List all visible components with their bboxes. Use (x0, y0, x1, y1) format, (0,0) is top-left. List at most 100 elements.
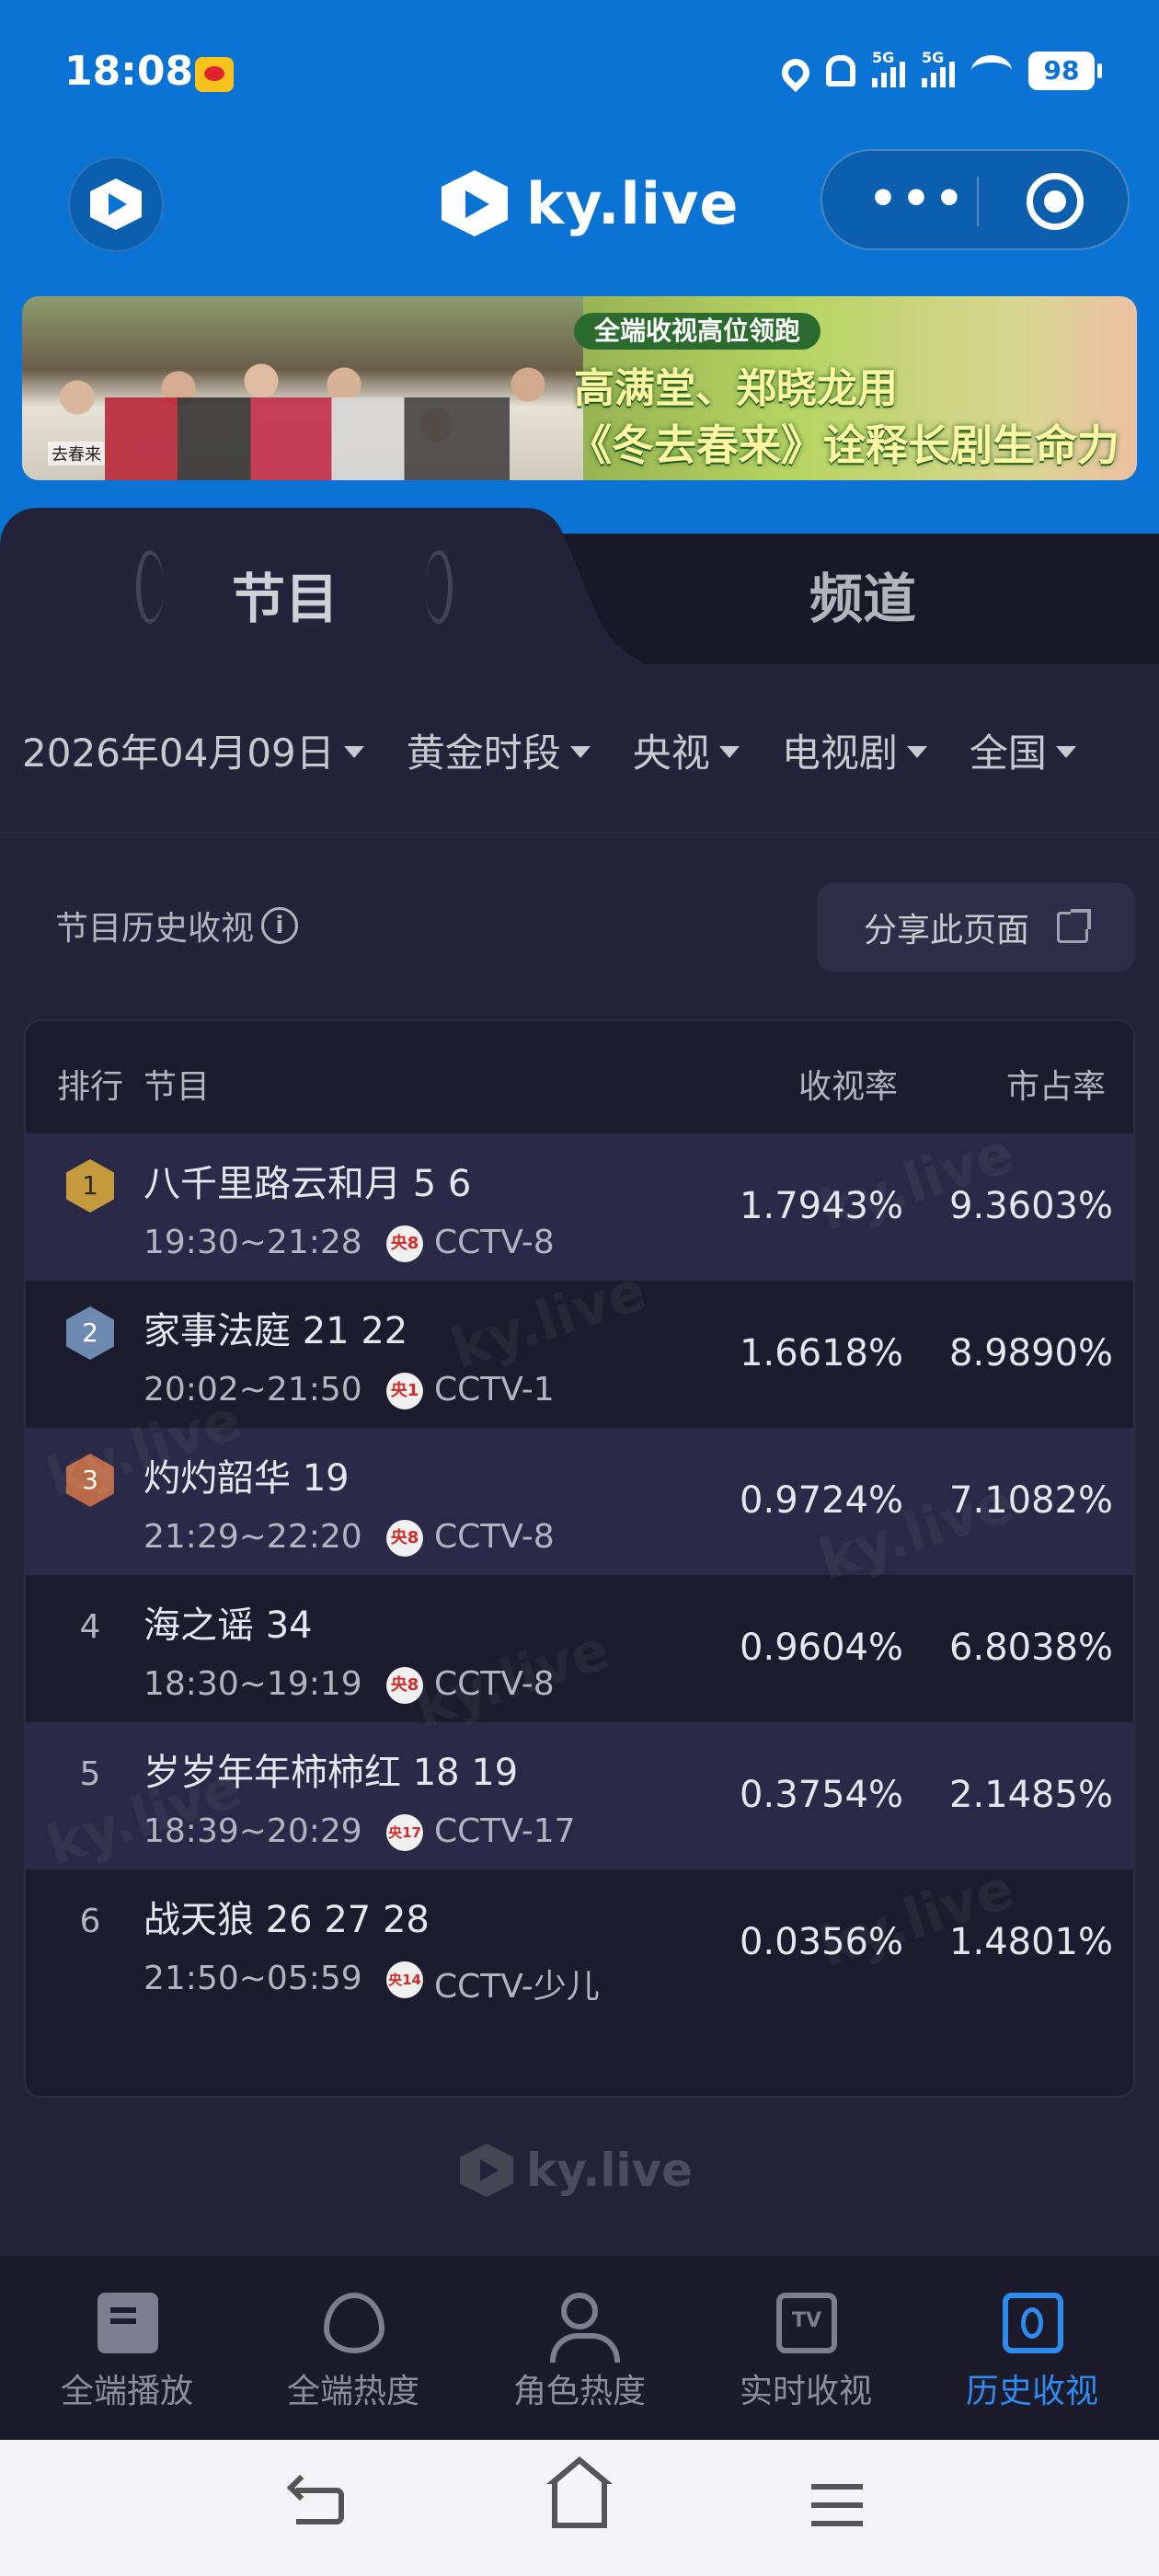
share-value: 2.1485% (949, 1774, 1113, 1816)
channel-logo-icon: 央17 (386, 1814, 423, 1851)
capsule-divider (977, 177, 979, 226)
program-time: 21:29~22:20 (143, 1518, 362, 1556)
channel-name: CCTV-8 (434, 1518, 555, 1556)
rank-number: 5 (79, 1755, 101, 1793)
rank-badge-silver: 2 (66, 1306, 114, 1360)
section-title: 节目历史收视 i (55, 902, 299, 949)
more-icon[interactable]: ••• (868, 176, 968, 222)
program-time: 18:30~19:19 (143, 1665, 362, 1703)
filter-network[interactable]: 央视 (633, 722, 740, 778)
header-program: 节目 (143, 1068, 211, 1106)
system-navigation-bar (0, 2440, 1159, 2576)
laurel-right-icon (425, 550, 453, 624)
banner-caption: 去春来 (48, 442, 105, 466)
signal-label-2: 5G (922, 49, 945, 66)
rank-number: 4 (79, 1608, 101, 1646)
filter-genre-label: 电视剧 (781, 730, 898, 776)
filter-date-label: 2026年04月09日 (22, 730, 335, 776)
status-time: 18:08 (64, 48, 194, 95)
program-time: 20:02~21:50 (143, 1371, 362, 1409)
rank-number: 6 (79, 1903, 101, 1940)
app-header: ky.live ••• (0, 147, 1159, 258)
location-icon (775, 52, 816, 93)
channel-name: CCTV-17 (434, 1812, 576, 1850)
channel-name: CCTV-1 (434, 1371, 555, 1409)
footer-logo: ky.live (460, 2144, 693, 2197)
channel-logo-icon: 央8 (386, 1520, 423, 1557)
battery-indicator: 98 (1028, 52, 1102, 90)
tab-history-ratings[interactable]: 历史收视 (922, 2256, 1142, 2440)
filter-date[interactable]: 2026年04月09日 (22, 722, 364, 778)
brand-logo-icon (442, 170, 508, 236)
tab-program[interactable]: 节目 (232, 556, 339, 633)
close-miniapp-icon[interactable] (1027, 173, 1084, 230)
history-icon (1003, 2293, 1063, 2353)
filter-divider (0, 832, 1159, 834)
share-page-label: 分享此页面 (863, 912, 1029, 949)
channel-logo-icon: 央1 (386, 1373, 423, 1409)
header-share: 市占率 (1006, 1068, 1107, 1106)
signal-icon: 5G (872, 49, 905, 87)
home-icon[interactable] (552, 2480, 607, 2528)
share-value: 8.9890% (949, 1332, 1113, 1374)
banner-tag: 全端收视高位领跑 (574, 313, 821, 350)
caret-down-icon (569, 745, 591, 758)
tab-label: 实时收视 (739, 2373, 872, 2410)
external-link-icon (1057, 909, 1091, 943)
play-logo-icon (90, 178, 142, 230)
back-icon[interactable] (296, 2488, 344, 2524)
promo-banner[interactable]: 去春来 全端收视高位领跑 高满堂、郑晓龙用 《冬去春来》诠释长剧生命力 (22, 296, 1137, 480)
tab-label: 全端播放 (60, 2373, 193, 2410)
caret-down-icon (718, 745, 740, 758)
program-time: 21:50~05:59 (143, 1960, 362, 1997)
signal-icon-2: 5G (922, 49, 955, 87)
person-icon (550, 2293, 620, 2363)
tab-all-heat[interactable]: 全端热度 (243, 2256, 464, 2440)
rating-value: 0.9604% (740, 1627, 903, 1669)
laurel-left-icon (136, 550, 164, 624)
rating-value: 0.3754% (740, 1774, 903, 1816)
share-page-button[interactable]: 分享此页面 (817, 883, 1135, 972)
info-icon[interactable]: i (261, 907, 299, 944)
filter-region-label: 全国 (969, 730, 1047, 776)
tab-channel[interactable]: 频道 (809, 556, 916, 633)
rating-value: 1.6618% (740, 1332, 903, 1374)
header-rating: 收视率 (798, 1068, 899, 1106)
brand: ky.live (442, 162, 739, 245)
flame-icon (324, 2293, 384, 2353)
book-icon (98, 2293, 158, 2353)
rank-badge-gold: 1 (66, 1159, 114, 1213)
banner-headline-1: 高满堂、郑晓龙用 (574, 365, 898, 412)
channel-logo-icon: 央14 (386, 1961, 423, 1998)
tv-icon: TV (776, 2293, 837, 2353)
program-name: 家事法庭 21 22 (143, 1310, 408, 1352)
program-name: 海之谣 34 (143, 1604, 313, 1647)
menu-icon[interactable] (811, 2484, 863, 2526)
status-bar: 18:08 5G 5G 98 (0, 0, 1159, 147)
tab-label: 历史收视 (965, 2373, 1098, 2410)
program-time: 19:30~21:28 (143, 1224, 362, 1261)
caret-down-icon (906, 745, 927, 758)
section-title-label: 节目历史收视 (55, 910, 255, 948)
channel-name: CCTV-8 (434, 1224, 555, 1261)
tab-realtime-ratings[interactable]: TV 实时收视 (695, 2256, 916, 2440)
bottom-tab-bar: 全端播放 全端热度 角色热度 TV 实时收视 历史收视 (0, 2256, 1159, 2440)
tab-all-playback[interactable]: 全端播放 (17, 2256, 237, 2440)
table-header: 排行 节目 收视率 市占率 (26, 1021, 1133, 1133)
tab-label: 全端热度 (286, 2373, 419, 2410)
filter-timeslot-label: 黄金时段 (406, 730, 561, 776)
app-logo-button[interactable] (68, 156, 164, 252)
program-name: 八千里路云和月 5 6 (143, 1163, 472, 1205)
channel-logo-icon: 央8 (386, 1225, 423, 1262)
filter-region[interactable]: 全国 (970, 722, 1076, 778)
share-value: 6.8038% (949, 1627, 1113, 1669)
tab-role-heat[interactable]: 角色热度 (469, 2256, 690, 2440)
tab-label: 角色热度 (512, 2373, 646, 2410)
banner-cast (105, 397, 510, 480)
filter-timeslot[interactable]: 黄金时段 (407, 722, 591, 778)
footer-brand: ky.live (526, 2144, 694, 2197)
filter-genre[interactable]: 电视剧 (782, 722, 927, 778)
footer-logo-icon (460, 2144, 513, 2197)
wifi-icon (971, 55, 1012, 86)
weibo-notification-icon (195, 57, 234, 92)
